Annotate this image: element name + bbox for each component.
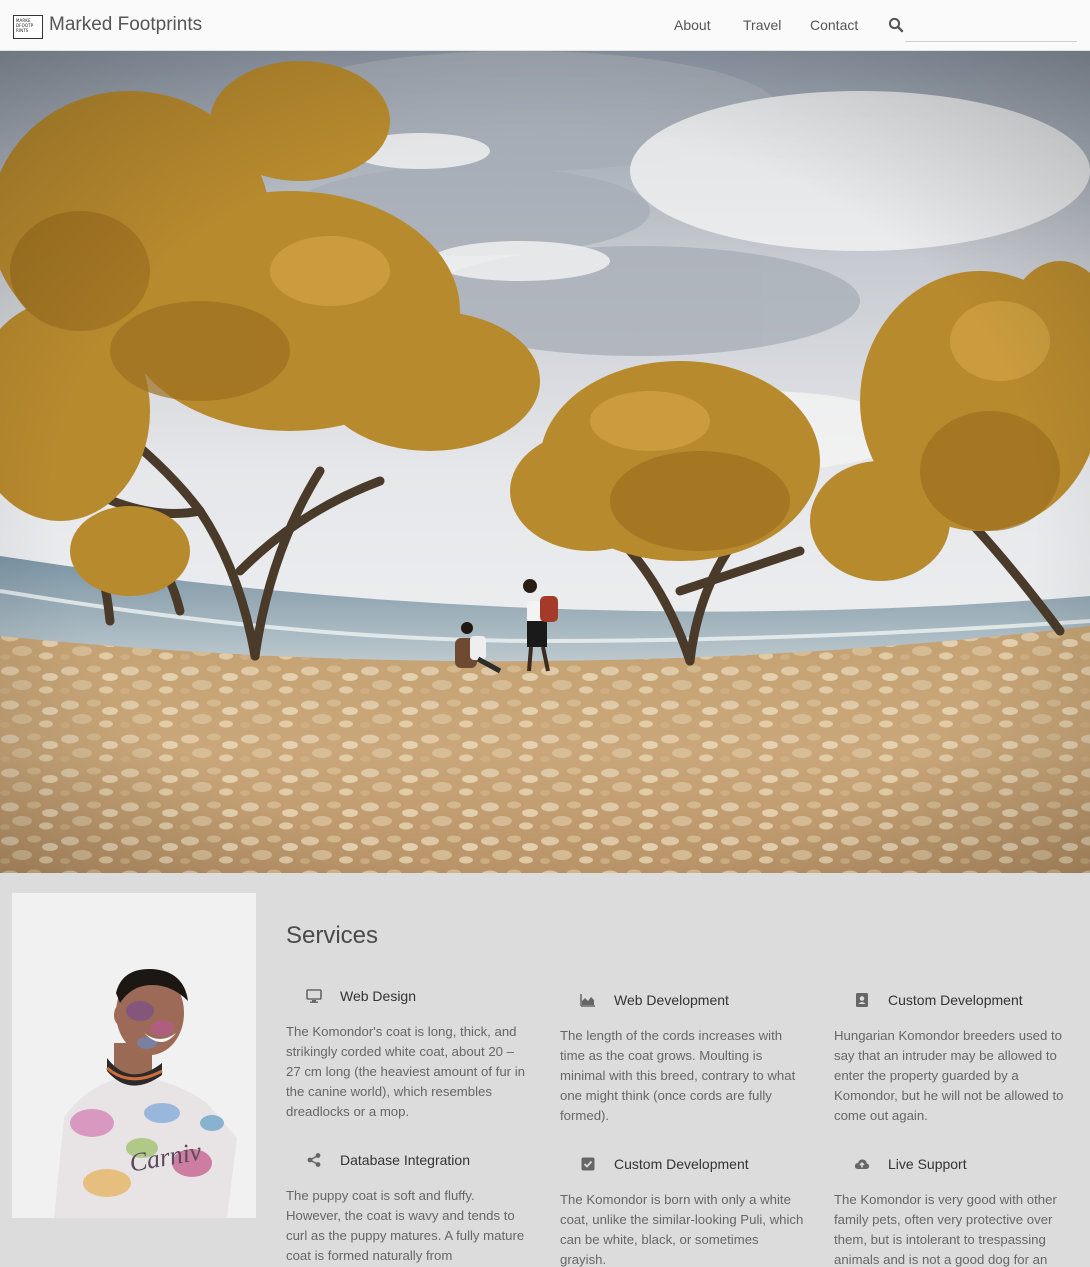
- service-live-support: Live Support The Komondor is very good w…: [834, 1153, 1078, 1267]
- hero-image: [0, 51, 1090, 873]
- service-description: The length of the cords increases with t…: [560, 1028, 796, 1123]
- search-input[interactable]: [905, 12, 1077, 42]
- profile-photo: Carniv: [12, 893, 256, 1218]
- service-custom-development: Custom Development Hungarian Komondor br…: [834, 989, 1078, 1126]
- service-description: The Komondor is very good with other fam…: [834, 1192, 1057, 1267]
- service-description: Hungarian Komondor breeders used to say …: [834, 1028, 1064, 1123]
- contacts-icon: [854, 992, 870, 1008]
- service-title: Custom Development: [614, 1156, 749, 1172]
- logo-line: RINTS: [16, 28, 29, 33]
- service-description: The Komondor's coat is long, thick, and …: [286, 1024, 525, 1119]
- monitor-icon: [306, 988, 322, 1004]
- area-chart-icon: [580, 992, 596, 1008]
- services-heading: Services: [286, 922, 379, 949]
- service-custom-development-2: Custom Development The Komondor is born …: [560, 1153, 804, 1267]
- service-title: Custom Development: [888, 992, 1023, 1008]
- checkbox-icon: [580, 1156, 596, 1172]
- nav-about[interactable]: About: [674, 17, 711, 33]
- site-header: MARKE DFOOTP RINTS Marked Footprints Abo…: [0, 0, 1090, 51]
- service-database-integration: Database Integration The puppy coat is s…: [286, 1149, 530, 1266]
- service-description: The Komondor is born with only a white c…: [560, 1192, 804, 1267]
- brand-name[interactable]: Marked Footprints: [49, 14, 202, 36]
- service-title: Live Support: [888, 1156, 967, 1172]
- service-web-design: Web Design The Komondor's coat is long, …: [286, 985, 530, 1122]
- service-title: Web Design: [340, 988, 417, 1004]
- nav-travel[interactable]: Travel: [743, 17, 781, 33]
- service-title: Database Integration: [340, 1152, 470, 1168]
- service-title: Web Development: [614, 992, 729, 1008]
- search-icon[interactable]: [887, 16, 905, 34]
- site-logo[interactable]: MARKE DFOOTP RINTS: [13, 15, 43, 39]
- share-icon: [306, 1152, 322, 1168]
- nav-contact[interactable]: Contact: [810, 17, 858, 33]
- service-web-development: Web Development The length of the cords …: [560, 989, 804, 1126]
- service-description: The puppy coat is soft and fluffy. Howev…: [286, 1188, 525, 1263]
- cloud-upload-icon: [854, 1156, 870, 1172]
